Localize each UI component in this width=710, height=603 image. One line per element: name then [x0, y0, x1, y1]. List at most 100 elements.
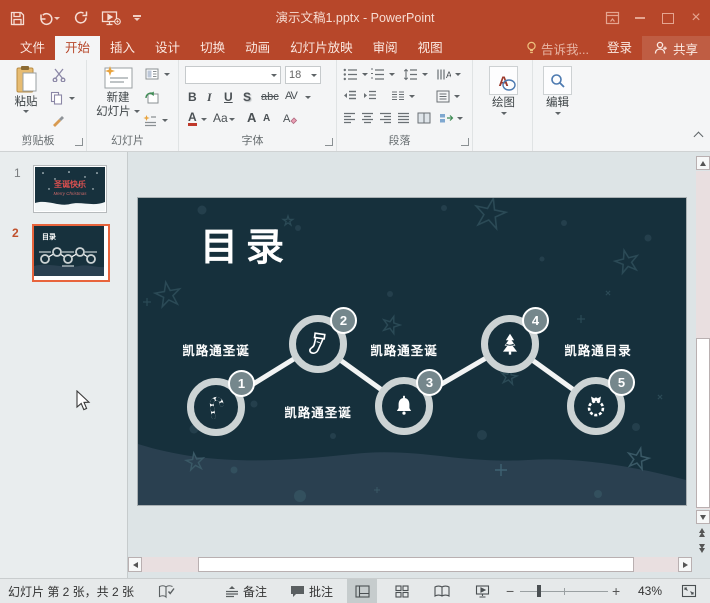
tab-home[interactable]: 开始	[55, 36, 100, 60]
zoom-in-button[interactable]: +	[612, 579, 620, 603]
slide-1-thumbnail[interactable]: 圣诞快乐 Merry Christmas	[33, 165, 107, 213]
notes-button[interactable]: 备注	[225, 579, 267, 603]
convert-smartart-button[interactable]	[439, 112, 463, 124]
reset-slide-button[interactable]	[145, 91, 159, 104]
toc-label-1[interactable]: 凯路通圣诞	[141, 340, 291, 359]
change-case-dropdown[interactable]	[229, 118, 235, 121]
tab-transitions[interactable]: 切换	[190, 36, 235, 60]
find-icon	[550, 73, 566, 89]
text-shadow-button[interactable]: S	[243, 90, 251, 104]
maximize-button[interactable]	[654, 0, 682, 36]
slideshow-view-button[interactable]	[467, 579, 497, 603]
clipboard-dialog-launcher[interactable]	[75, 138, 83, 146]
fit-to-window-button[interactable]	[681, 579, 697, 603]
clear-formatting-button[interactable]: A	[283, 112, 297, 125]
shrink-font-button[interactable]: A	[263, 113, 270, 124]
strikethrough-button[interactable]: abc	[261, 91, 279, 103]
slide-2-thumbnail[interactable]: 目录	[32, 224, 110, 282]
tab-animations[interactable]: 动画	[235, 36, 280, 60]
next-slide-button[interactable]	[699, 544, 705, 553]
toc-badge-3[interactable]: 3	[416, 369, 443, 396]
align-text-button[interactable]	[436, 90, 460, 103]
text-direction-button[interactable]: A	[436, 68, 461, 81]
scroll-down-button[interactable]	[696, 510, 710, 524]
drawing-button[interactable]: A 绘图	[489, 66, 518, 115]
comments-button[interactable]: 批注	[290, 579, 333, 603]
zoom-slider[interactable]	[520, 579, 608, 603]
align-left-button[interactable]	[343, 112, 356, 124]
font-name-combo[interactable]	[185, 66, 281, 84]
columns-button[interactable]	[391, 90, 415, 102]
numbering-button[interactable]	[370, 68, 395, 81]
previous-slide-button[interactable]	[699, 528, 705, 537]
tab-slideshow[interactable]: 幻灯片放映	[280, 36, 363, 60]
add-remove-columns-button[interactable]	[417, 112, 431, 124]
grow-font-button[interactable]: A	[247, 110, 256, 125]
character-spacing-button[interactable]: AV	[285, 90, 297, 102]
toc-badge-5[interactable]: 5	[608, 369, 635, 396]
bold-button[interactable]: B	[188, 90, 197, 104]
sign-in-button[interactable]: 登录	[597, 36, 642, 60]
scroll-left-button[interactable]	[128, 557, 142, 572]
share-button[interactable]: 共享	[642, 36, 710, 60]
align-center-button[interactable]	[361, 112, 374, 124]
clipboard-group: 粘贴 剪贴板	[0, 60, 87, 151]
tab-review[interactable]: 审阅	[363, 36, 408, 60]
toc-badge-4[interactable]: 4	[522, 307, 549, 334]
scroll-up-button[interactable]	[696, 156, 710, 170]
toc-label-5[interactable]: 凯路通目录	[523, 340, 673, 359]
zoom-level[interactable]: 43%	[638, 579, 662, 603]
vertical-scrollbar[interactable]	[696, 155, 710, 555]
increase-indent-button[interactable]	[363, 90, 377, 102]
reading-view-button[interactable]	[427, 579, 457, 603]
new-slide-button[interactable]: 新建 幻灯片	[95, 65, 141, 119]
font-dialog-launcher[interactable]	[325, 138, 333, 146]
toc-label-3[interactable]: 凯路通圣诞	[329, 340, 479, 359]
format-painter-button[interactable]	[51, 114, 65, 128]
horizontal-scrollbar-thumb[interactable]	[198, 557, 634, 572]
font-color-button[interactable]: A	[188, 111, 197, 126]
paragraph-dialog-launcher[interactable]	[461, 138, 469, 146]
paste-button[interactable]: 粘贴	[6, 65, 46, 113]
character-spacing-dropdown[interactable]	[305, 96, 311, 99]
slide-thumbnail-panel[interactable]: 1 圣诞快乐 Merry Christmas 2 目录	[0, 152, 128, 578]
line-spacing-button[interactable]	[403, 68, 428, 81]
zoom-slider-thumb[interactable]	[537, 585, 541, 597]
ribbon-display-options-button[interactable]	[598, 0, 626, 36]
close-button[interactable]: ×	[682, 0, 710, 36]
spell-check-button[interactable]	[158, 579, 175, 603]
vertical-scrollbar-thumb[interactable]	[696, 338, 710, 508]
cut-button[interactable]	[52, 68, 66, 82]
change-case-button[interactable]: Aa	[213, 111, 228, 125]
copy-button[interactable]	[50, 91, 75, 105]
align-right-button[interactable]	[379, 112, 392, 124]
font-size-combo[interactable]: 18	[285, 66, 321, 84]
normal-view-button[interactable]	[347, 579, 377, 603]
tab-insert[interactable]: 插入	[100, 36, 145, 60]
decrease-indent-button[interactable]	[343, 90, 357, 102]
slide-indicator[interactable]: 幻灯片 第 2 张，共 2 张	[8, 579, 134, 603]
slide-canvas[interactable]: 目录 1 凯路通圣诞 2 凯路通圣诞 3 凯路通圣诞 4 5 凯路通目录	[137, 197, 687, 506]
underline-button[interactable]: U	[224, 90, 233, 104]
collapse-ribbon-button[interactable]	[695, 127, 702, 145]
zoom-out-button[interactable]: −	[506, 579, 514, 603]
section-button[interactable]	[143, 114, 168, 127]
tell-me-box[interactable]: 告诉我...	[518, 36, 597, 60]
font-color-dropdown[interactable]	[201, 118, 207, 121]
minimize-button[interactable]	[626, 0, 654, 36]
toc-badge-2[interactable]: 2	[330, 307, 357, 334]
scroll-right-button[interactable]	[678, 557, 692, 572]
slide-title[interactable]: 目录	[200, 216, 292, 271]
bullets-button[interactable]	[343, 68, 368, 81]
tab-file[interactable]: 文件	[10, 36, 55, 60]
tab-view[interactable]: 视图	[408, 36, 453, 60]
editing-button[interactable]: 编辑	[543, 66, 572, 115]
toc-label-2[interactable]: 凯路通圣诞	[243, 402, 393, 421]
justify-button[interactable]	[397, 112, 410, 124]
tab-design[interactable]: 设计	[145, 36, 190, 60]
toc-badge-1[interactable]: 1	[228, 370, 255, 397]
slide-layout-button[interactable]	[145, 68, 170, 80]
italic-button[interactable]: I	[207, 90, 212, 105]
slide-sorter-view-button[interactable]	[387, 579, 417, 603]
horizontal-scrollbar[interactable]	[128, 557, 692, 572]
